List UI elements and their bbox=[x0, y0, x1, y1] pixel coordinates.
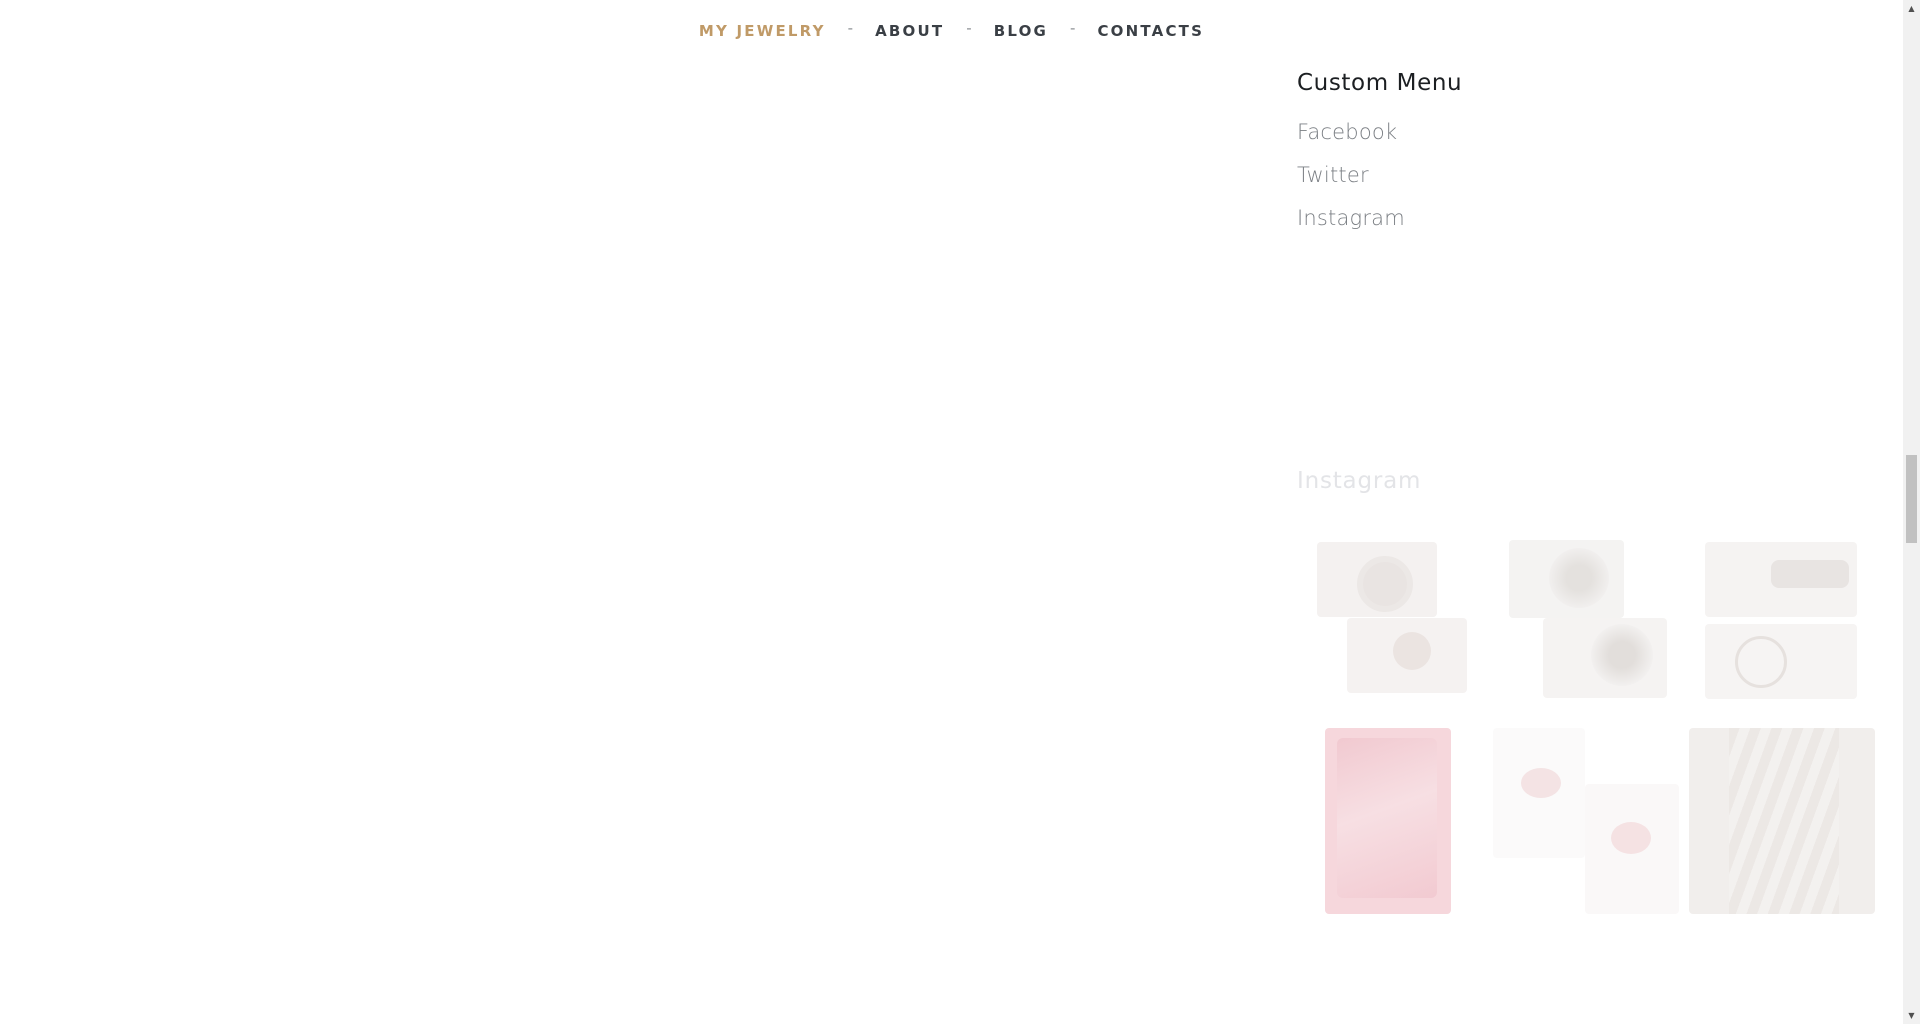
nav-item-blog[interactable]: BLOG bbox=[994, 22, 1048, 40]
scroll-down-arrow-icon[interactable]: ▼ bbox=[1903, 1007, 1920, 1024]
scroll-up-arrow-icon[interactable]: ▲ bbox=[1903, 0, 1920, 17]
bracelet-ring-photo-icon[interactable] bbox=[1689, 532, 1875, 718]
nav-item-about[interactable]: ABOUT bbox=[875, 22, 944, 40]
top-navigation: MY JEWELRY - ABOUT - BLOG - CONTACTS bbox=[0, 0, 1903, 62]
custom-menu-item: Twitter bbox=[1297, 161, 1875, 190]
instagram-grid bbox=[1297, 532, 1875, 914]
facebook-link[interactable]: Facebook bbox=[1297, 120, 1397, 144]
nav-separator: - bbox=[847, 19, 854, 37]
coral-rings-photo-icon[interactable] bbox=[1493, 728, 1679, 914]
custom-menu-title: Custom Menu bbox=[1297, 70, 1463, 96]
beaded-bracelet-photo-icon[interactable] bbox=[1689, 728, 1875, 914]
twitter-link[interactable]: Twitter bbox=[1297, 163, 1369, 187]
page: MY JEWELRY - ABOUT - BLOG - CONTACTS Cus… bbox=[0, 0, 1920, 1024]
custom-menu-item: Facebook bbox=[1297, 118, 1875, 147]
red-mittens-photo-icon[interactable] bbox=[1297, 728, 1483, 914]
instagram-widget-title: Instagram bbox=[1297, 468, 1422, 494]
vertical-scrollbar[interactable]: ▲ ▼ bbox=[1903, 0, 1920, 1024]
nav-separator: - bbox=[1070, 19, 1076, 37]
custom-menu-list: Facebook Twitter Instagram bbox=[1297, 118, 1875, 233]
flower-ring-photo-icon[interactable] bbox=[1493, 532, 1679, 718]
scrollbar-thumb[interactable] bbox=[1906, 455, 1917, 543]
sidebar: Custom Menu Facebook Twitter Instagram I… bbox=[1297, 70, 1875, 914]
nav-separator: - bbox=[966, 19, 972, 37]
rings-photo-icon[interactable] bbox=[1297, 532, 1483, 718]
nav-item-my-jewelry[interactable]: MY JEWELRY bbox=[699, 22, 826, 40]
nav-item-contacts[interactable]: CONTACTS bbox=[1097, 22, 1204, 40]
custom-menu-item: Instagram bbox=[1297, 204, 1875, 233]
instagram-link[interactable]: Instagram bbox=[1297, 206, 1405, 230]
